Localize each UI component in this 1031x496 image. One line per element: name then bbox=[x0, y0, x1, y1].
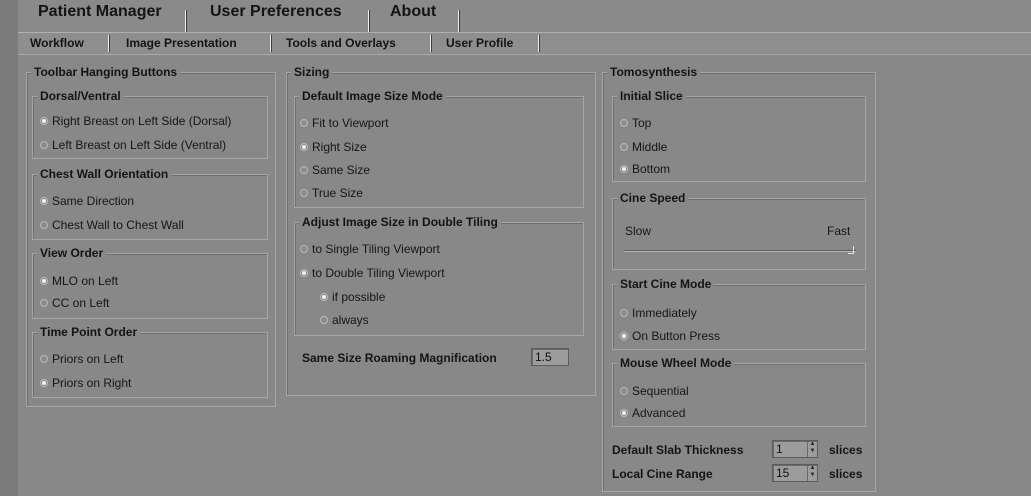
radio-priors-on-left[interactable]: Priors on Left bbox=[40, 352, 123, 366]
radio-cc-on-left[interactable]: CC on Left bbox=[40, 296, 109, 310]
radio-indicator[interactable] bbox=[300, 119, 308, 127]
radio-on-button-press[interactable]: On Button Press bbox=[620, 329, 720, 343]
cine-speed-fast-label: Fast bbox=[827, 224, 851, 238]
tab-separator bbox=[108, 35, 109, 52]
local-cine-range-spinner[interactable]: ▲ ▼ bbox=[807, 465, 817, 481]
radio-chest-wall-to-chest-wall[interactable]: Chest Wall to Chest Wall bbox=[40, 218, 184, 232]
group-title: Time Point Order bbox=[37, 325, 141, 339]
radio-indicator[interactable] bbox=[40, 379, 48, 387]
radio-indicator[interactable] bbox=[300, 166, 308, 174]
local-cine-range-unit: slices bbox=[829, 467, 863, 481]
radio-right-breast-dorsal[interactable]: Right Breast on Left Side (Dorsal) bbox=[40, 114, 231, 128]
cine-speed-slow-label: Slow bbox=[625, 224, 652, 238]
local-cine-range-label: Local Cine Range bbox=[612, 467, 713, 481]
radio-indicator[interactable] bbox=[620, 409, 628, 417]
radio-mlo-on-left[interactable]: MLO on Left bbox=[40, 274, 118, 288]
tab-separator bbox=[185, 10, 186, 32]
radio-indicator[interactable] bbox=[300, 143, 308, 151]
radio-immediately[interactable]: Immediately bbox=[620, 306, 697, 320]
group-title: Mouse Wheel Mode bbox=[617, 356, 735, 370]
radio-indicator[interactable] bbox=[40, 117, 48, 125]
radio-always[interactable]: always bbox=[320, 313, 369, 327]
group-title: View Order bbox=[37, 246, 107, 260]
tab-user-preferences[interactable]: User Preferences bbox=[210, 0, 342, 24]
radio-indicator[interactable] bbox=[320, 293, 328, 301]
tab-workflow[interactable]: Workflow bbox=[30, 36, 84, 50]
radio-right-size[interactable]: Right Size bbox=[300, 140, 367, 154]
group-title: Tomosynthesis bbox=[607, 65, 701, 79]
roaming-magnification-label: Same Size Roaming Magnification bbox=[302, 351, 497, 365]
radio-advanced[interactable]: Advanced bbox=[620, 406, 685, 420]
tab-image-presentation[interactable]: Image Presentation bbox=[126, 36, 237, 50]
radio-same-size[interactable]: Same Size bbox=[300, 163, 370, 177]
cine-speed-slider[interactable] bbox=[624, 250, 856, 252]
radio-double-tiling-viewport[interactable]: to Double Tiling Viewport bbox=[300, 266, 445, 280]
radio-indicator[interactable] bbox=[620, 165, 628, 173]
radio-indicator[interactable] bbox=[300, 269, 308, 277]
group-title: Start Cine Mode bbox=[617, 277, 715, 291]
radio-priors-on-right[interactable]: Priors on Right bbox=[40, 376, 131, 390]
radio-indicator[interactable] bbox=[300, 245, 308, 253]
tab-separator bbox=[458, 10, 459, 32]
radio-left-breast-ventral[interactable]: Left Breast on Left Side (Ventral) bbox=[40, 138, 226, 152]
slab-thickness-input[interactable]: 1 ▲ ▼ bbox=[772, 440, 818, 458]
radio-top[interactable]: Top bbox=[620, 116, 651, 130]
radio-indicator[interactable] bbox=[40, 197, 48, 205]
radio-same-direction[interactable]: Same Direction bbox=[40, 194, 134, 208]
radio-indicator[interactable] bbox=[320, 316, 328, 324]
radio-sequential[interactable]: Sequential bbox=[620, 384, 689, 398]
tab-separator bbox=[538, 35, 539, 52]
tab-separator bbox=[368, 10, 369, 32]
group-title: Adjust Image Size in Double Tiling bbox=[299, 215, 501, 229]
radio-indicator[interactable] bbox=[620, 143, 628, 151]
radio-indicator[interactable] bbox=[40, 299, 48, 307]
tab-patient-manager[interactable]: Patient Manager bbox=[38, 0, 162, 24]
tab-user-profile[interactable]: User Profile bbox=[446, 36, 513, 50]
slab-thickness-label: Default Slab Thickness bbox=[612, 443, 744, 457]
group-title: Cine Speed bbox=[617, 191, 689, 205]
radio-single-tiling-viewport[interactable]: to Single Tiling Viewport bbox=[300, 242, 440, 256]
radio-indicator[interactable] bbox=[620, 309, 628, 317]
group-title: Initial Slice bbox=[617, 89, 686, 103]
radio-indicator[interactable] bbox=[40, 355, 48, 363]
local-cine-range-input[interactable]: 15 ▲ ▼ bbox=[772, 464, 818, 482]
group-title: Toolbar Hanging Buttons bbox=[31, 65, 181, 79]
group-title: Default Image Size Mode bbox=[299, 89, 446, 103]
radio-true-size[interactable]: True Size bbox=[300, 186, 363, 200]
radio-bottom[interactable]: Bottom bbox=[620, 162, 670, 176]
radio-indicator[interactable] bbox=[40, 221, 48, 229]
radio-indicator[interactable] bbox=[620, 119, 628, 127]
radio-indicator[interactable] bbox=[300, 189, 308, 197]
tab-about[interactable]: About bbox=[390, 0, 436, 24]
slab-thickness-spinner[interactable]: ▲ ▼ bbox=[807, 441, 817, 457]
radio-indicator[interactable] bbox=[620, 387, 628, 395]
radio-indicator[interactable] bbox=[40, 277, 48, 285]
cine-speed-slider-thumb[interactable] bbox=[848, 246, 854, 254]
group-title: Dorsal/Ventral bbox=[37, 89, 124, 103]
radio-indicator[interactable] bbox=[620, 332, 628, 340]
tab-tools-and-overlays[interactable]: Tools and Overlays bbox=[286, 36, 396, 50]
group-title: Chest Wall Orientation bbox=[37, 167, 172, 181]
tab-separator bbox=[270, 35, 271, 52]
slab-thickness-unit: slices bbox=[829, 443, 863, 457]
radio-indicator[interactable] bbox=[40, 141, 48, 149]
roaming-magnification-input[interactable]: 1.5 bbox=[531, 348, 569, 366]
group-title: Sizing bbox=[291, 65, 333, 79]
radio-if-possible[interactable]: if possible bbox=[320, 290, 385, 304]
radio-middle[interactable]: Middle bbox=[620, 140, 667, 154]
radio-fit-to-viewport[interactable]: Fit to Viewport bbox=[300, 116, 388, 130]
tab-separator bbox=[430, 35, 431, 52]
